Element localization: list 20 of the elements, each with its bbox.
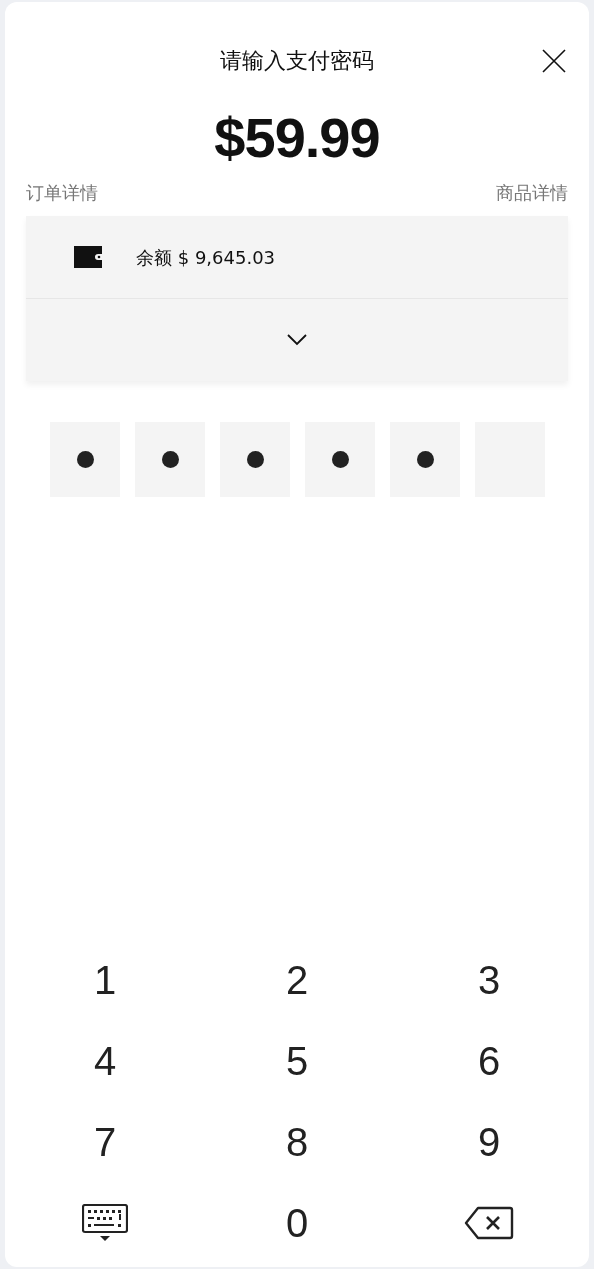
number-key[interactable]: 6	[393, 1020, 585, 1101]
backspace-icon	[464, 1205, 514, 1240]
number-key[interactable]: 1	[9, 939, 201, 1020]
number-key[interactable]: 9	[393, 1101, 585, 1182]
number-key[interactable]: 3	[393, 939, 585, 1020]
product-details-link[interactable]: 商品详情	[496, 180, 568, 206]
number-key[interactable]: 4	[9, 1020, 201, 1101]
keyboard-icon	[82, 1203, 128, 1242]
number-key[interactable]: 2	[201, 939, 393, 1020]
number-key[interactable]: 5	[201, 1020, 393, 1101]
payment-amount: $59.99	[214, 108, 380, 168]
wallet-icon	[74, 246, 102, 268]
chevron-down-icon	[287, 334, 307, 346]
number-key[interactable]: 8	[201, 1101, 393, 1182]
number-key[interactable]: 7	[9, 1101, 201, 1182]
dialog-title: 请输入支付密码	[220, 47, 374, 75]
close-icon	[542, 49, 566, 73]
balance-text: 余额 $ 9,645.03	[136, 245, 276, 270]
order-details-link[interactable]: 订单详情	[26, 180, 98, 206]
number-key[interactable]: 0	[201, 1182, 393, 1263]
